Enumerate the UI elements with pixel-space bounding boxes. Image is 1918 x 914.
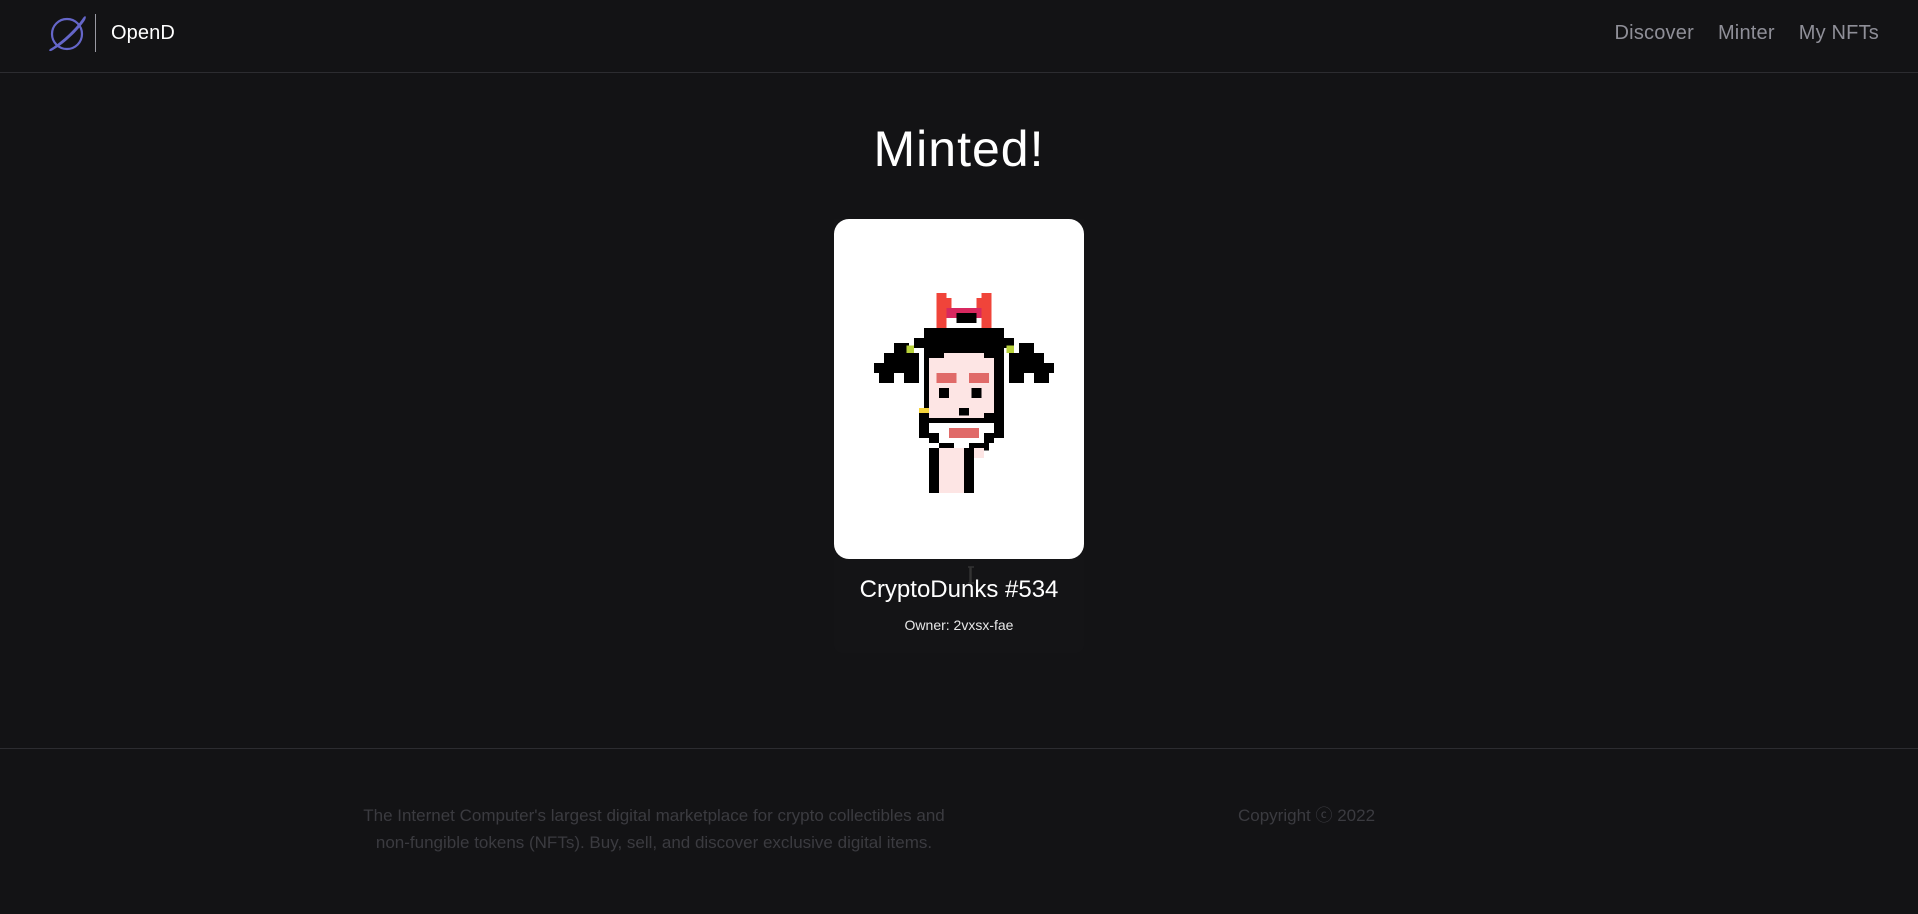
nft-image	[834, 219, 1084, 559]
page-footer: The Internet Computer's largest digital …	[0, 748, 1918, 914]
text-cursor-icon	[968, 566, 974, 584]
brand-home-link[interactable]: OpenD	[47, 11, 175, 55]
nft-owner: Owner: 2vxsx-fae	[904, 617, 1014, 633]
brand-name: OpenD	[111, 21, 175, 44]
nft-pixel-art	[874, 293, 1054, 493]
nav-link-minter[interactable]: Minter	[1718, 22, 1775, 45]
nav-link-discover[interactable]: Discover	[1615, 22, 1694, 45]
nft-name: CryptoDunks #534	[859, 576, 1059, 603]
page-title: Minted!	[873, 121, 1045, 177]
brand-divider	[95, 14, 96, 52]
app-root: OpenD Discover Minter My NFTs Minted! Cr…	[0, 0, 1918, 914]
nav-link-my-nfts[interactable]: My NFTs	[1799, 22, 1879, 45]
footer-description: The Internet Computer's largest digital …	[363, 806, 945, 852]
planet-logo-icon	[49, 16, 86, 52]
footer-copyright: Copyright ⓒ 2022	[1238, 806, 1376, 825]
top-navigation-bar: OpenD Discover Minter My NFTs	[0, 0, 1918, 73]
main-nav: Discover Minter My NFTs	[1615, 0, 1879, 66]
